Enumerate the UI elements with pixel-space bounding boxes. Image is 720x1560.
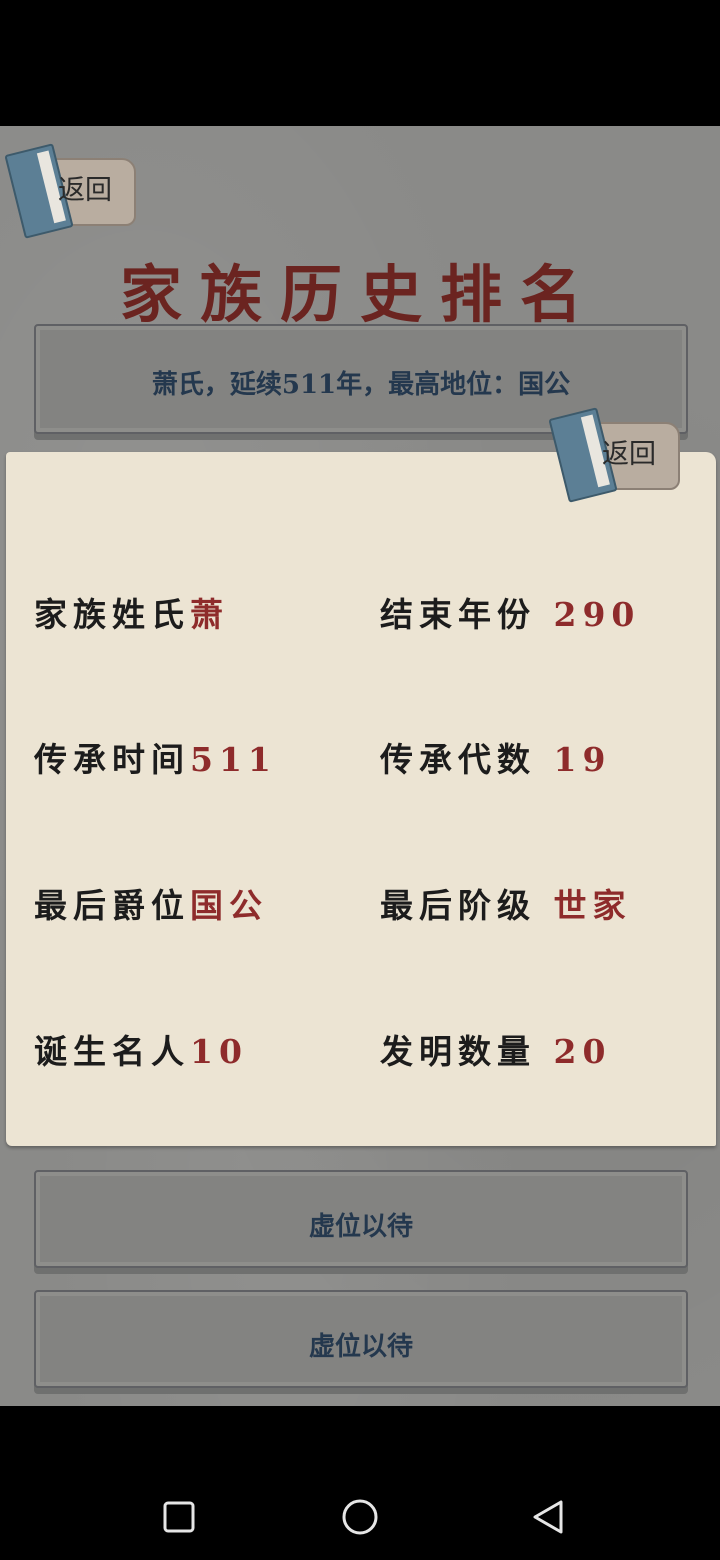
- back-nav-button[interactable]: [525, 1493, 575, 1543]
- stat-label: 传承时间: [34, 740, 190, 779]
- rank-slot-label: 虚位以待: [308, 1212, 413, 1242]
- stat-celebrities: 诞生名人10: [34, 1025, 248, 1073]
- stat-value: 世家: [553, 886, 632, 925]
- stat-label: 最后爵位: [34, 886, 190, 925]
- stat-label: 结束年份: [380, 595, 536, 634]
- circle-icon: [342, 1499, 378, 1535]
- popup-back-button-label: 返回: [602, 439, 656, 470]
- stat-value: 290: [553, 595, 641, 634]
- game-screen: 返回 家族历史排名 萧氏，延续511年，最高地位：国公 虚位以待 虚位以待 家族…: [0, 126, 720, 1406]
- stat-last-title: 最后爵位国公: [34, 879, 268, 927]
- rank-slot[interactable]: 虚位以待: [34, 1290, 688, 1388]
- home-button[interactable]: [335, 1493, 385, 1543]
- rank-slot-label: 虚位以待: [308, 1332, 413, 1362]
- stat-label: 发明数量: [380, 1032, 536, 1071]
- stat-row: 最后爵位国公 最后阶级 世家: [6, 879, 716, 929]
- stat-value: 国公: [190, 886, 268, 925]
- stat-value: 511: [190, 740, 277, 779]
- stat-end-year: 结束年份 290: [380, 588, 640, 636]
- recent-apps-button[interactable]: [155, 1493, 205, 1543]
- popup-back-button[interactable]: 返回: [548, 404, 680, 504]
- stat-row: 家族姓氏萧 结束年份 290: [6, 588, 716, 638]
- square-icon: [163, 1501, 195, 1533]
- page-title: 家族历史排名: [119, 258, 600, 331]
- family-detail-popup: 家族姓氏萧 结束年份 290 传承时间511 传承代数 19 最后爵位国公 最后…: [6, 452, 716, 1146]
- back-button[interactable]: 返回: [4, 140, 136, 240]
- stat-value: 10: [190, 1032, 248, 1071]
- family-summary-text: 萧氏，延续511年，最高地位：国公: [151, 370, 571, 400]
- rank-slot[interactable]: 虚位以待: [34, 1170, 688, 1268]
- stat-label: 诞生名人: [34, 1032, 190, 1071]
- status-bar: [0, 0, 720, 126]
- stat-surname: 家族姓氏萧: [34, 588, 229, 636]
- stat-label: 传承代数: [380, 740, 536, 779]
- stat-row: 诞生名人10 发明数量 20: [6, 1025, 716, 1075]
- triangle-back-icon: [533, 1500, 563, 1534]
- stat-value: 萧: [190, 595, 229, 634]
- stat-inventions: 发明数量 20: [380, 1025, 611, 1073]
- stat-value: 19: [553, 740, 612, 779]
- stat-row: 传承时间511 传承代数 19: [6, 733, 716, 783]
- stat-label: 家族姓氏: [34, 595, 190, 634]
- stat-generations: 传承代数 19: [380, 733, 611, 781]
- stat-duration: 传承时间511: [34, 733, 277, 781]
- stat-label: 最后阶级: [380, 886, 536, 925]
- back-button-label: 返回: [58, 175, 112, 206]
- stat-last-class: 最后阶级 世家: [380, 879, 632, 927]
- stat-value: 20: [553, 1032, 612, 1071]
